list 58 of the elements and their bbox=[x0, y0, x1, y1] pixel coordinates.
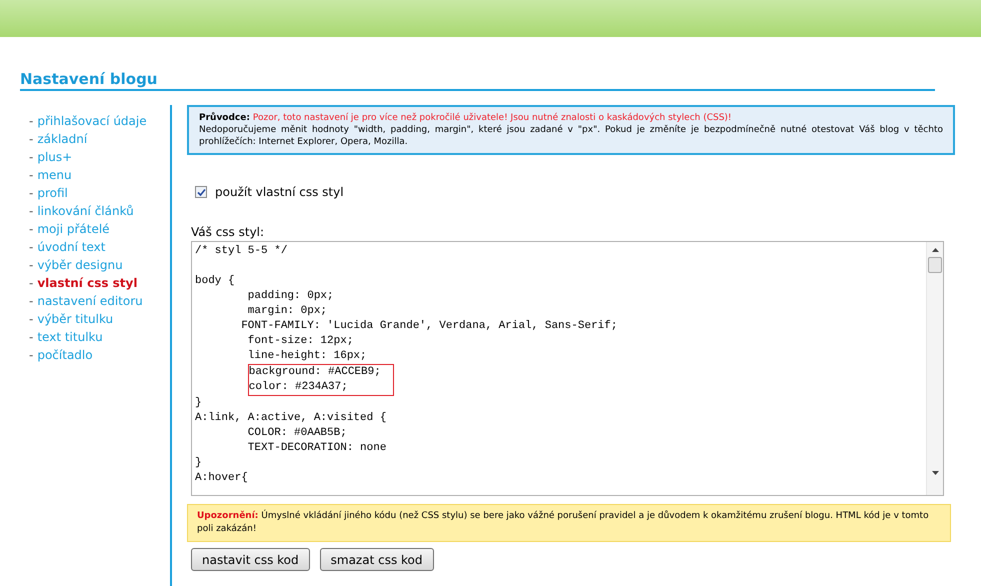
list-dash: - bbox=[29, 203, 34, 220]
list-dash: - bbox=[29, 113, 34, 130]
warning-sentence: Pozor, toto nastavení je pro více než pokročilé uživatele! Jsou nutné znalosti o kaskádových stylech (CSS)! bbox=[252, 113, 732, 123]
editor-label: Váš css styl: bbox=[191, 224, 264, 241]
code-line: body { bbox=[195, 274, 235, 289]
sidebar-link[interactable]: linkování článků bbox=[37, 202, 134, 220]
sidebar-link[interactable]: počítadlo bbox=[37, 346, 93, 364]
list-dash: - bbox=[29, 221, 34, 238]
sidebar-link[interactable]: přihlašovací údaje bbox=[37, 112, 147, 130]
code-line: padding: 0px; bbox=[246, 289, 334, 304]
list-dash: - bbox=[29, 347, 34, 364]
sidebar-link[interactable]: základní bbox=[37, 130, 88, 148]
sidebar-link[interactable]: text titulku bbox=[37, 328, 103, 346]
code-line: font-size: 12px; bbox=[246, 334, 354, 349]
code-line: } bbox=[195, 456, 202, 471]
sidebar-link[interactable]: vlastní css styl bbox=[37, 274, 138, 292]
code-line: A:hover{ bbox=[195, 471, 248, 486]
sidebar-link[interactable]: moji přátelé bbox=[37, 220, 110, 238]
code-line: background: #ACCEB9; bbox=[248, 365, 381, 380]
list-dash: - bbox=[29, 257, 34, 274]
code-line: FONT-FAMILY: 'Lucida Grande', Verdana, Arial, Sans-Serif; bbox=[240, 319, 618, 334]
list-dash: - bbox=[29, 329, 34, 346]
form-button[interactable]: smazat css kod bbox=[320, 548, 434, 571]
sidebar-link[interactable]: nastavení editoru bbox=[37, 292, 143, 310]
scrollbar[interactable] bbox=[926, 242, 943, 495]
list-dash: - bbox=[29, 239, 34, 256]
notice-text: Nedoporučujeme měnit hodnoty "width, padding, margin", které jsou zadané v "px". Pokud je změníte je bezpodmínečně nutné otestovat Váš blog v těchto prohlížečích: Internet Explorer, Opera, Mozilla. bbox=[199, 124, 943, 148]
list-dash: - bbox=[29, 185, 34, 202]
sidebar-link[interactable]: úvodní text bbox=[37, 238, 106, 256]
checkbox-label: použít vlastní css styl bbox=[215, 184, 344, 201]
code-line: } bbox=[195, 396, 202, 411]
list-dash: - bbox=[29, 131, 34, 148]
list-dash: - bbox=[29, 275, 34, 292]
scroll-up-icon[interactable] bbox=[932, 248, 938, 252]
list-dash: - bbox=[29, 311, 34, 328]
list-dash: - bbox=[29, 293, 34, 310]
sidebar-link[interactable]: výběr designu bbox=[37, 256, 123, 274]
code-line: COLOR: #0AAB5B; bbox=[246, 426, 347, 441]
code-line: TEXT-DECORATION: none bbox=[246, 441, 386, 456]
sidebar-link[interactable]: plus+ bbox=[37, 148, 72, 166]
page-title: Nastavení blogu bbox=[20, 69, 158, 89]
form-button[interactable]: nastavit css kod bbox=[191, 548, 310, 571]
code-line: /* styl 5-5 */ bbox=[195, 244, 288, 259]
code-line: color: #234A37; bbox=[248, 380, 349, 395]
code-line: margin: 0px; bbox=[246, 304, 328, 319]
scroll-down-icon[interactable] bbox=[932, 471, 938, 475]
code-line: A:link, A:active, A:visited { bbox=[195, 411, 386, 426]
list-dash: - bbox=[29, 149, 34, 166]
warning-message: Upozornění: Úmyslné vkládání jiného kódu (než CSS stylu) se bere jako vážné porušení pravidel a je důvodem k okamžitému zrušení blogu. HTML kód je v tomto poli zakázán! bbox=[197, 510, 930, 536]
scroll-thumb[interactable] bbox=[928, 257, 942, 273]
sidebar-link[interactable]: profil bbox=[37, 184, 68, 202]
sidebar-link[interactable]: výběr titulku bbox=[37, 310, 114, 328]
notice-label: Průvodce: bbox=[199, 113, 250, 123]
sidebar-link[interactable]: menu bbox=[37, 166, 72, 184]
check-icon bbox=[196, 188, 206, 196]
code-line: line-height: 16px; bbox=[246, 349, 367, 364]
checkbox[interactable] bbox=[195, 186, 207, 198]
list-dash: - bbox=[29, 167, 34, 184]
